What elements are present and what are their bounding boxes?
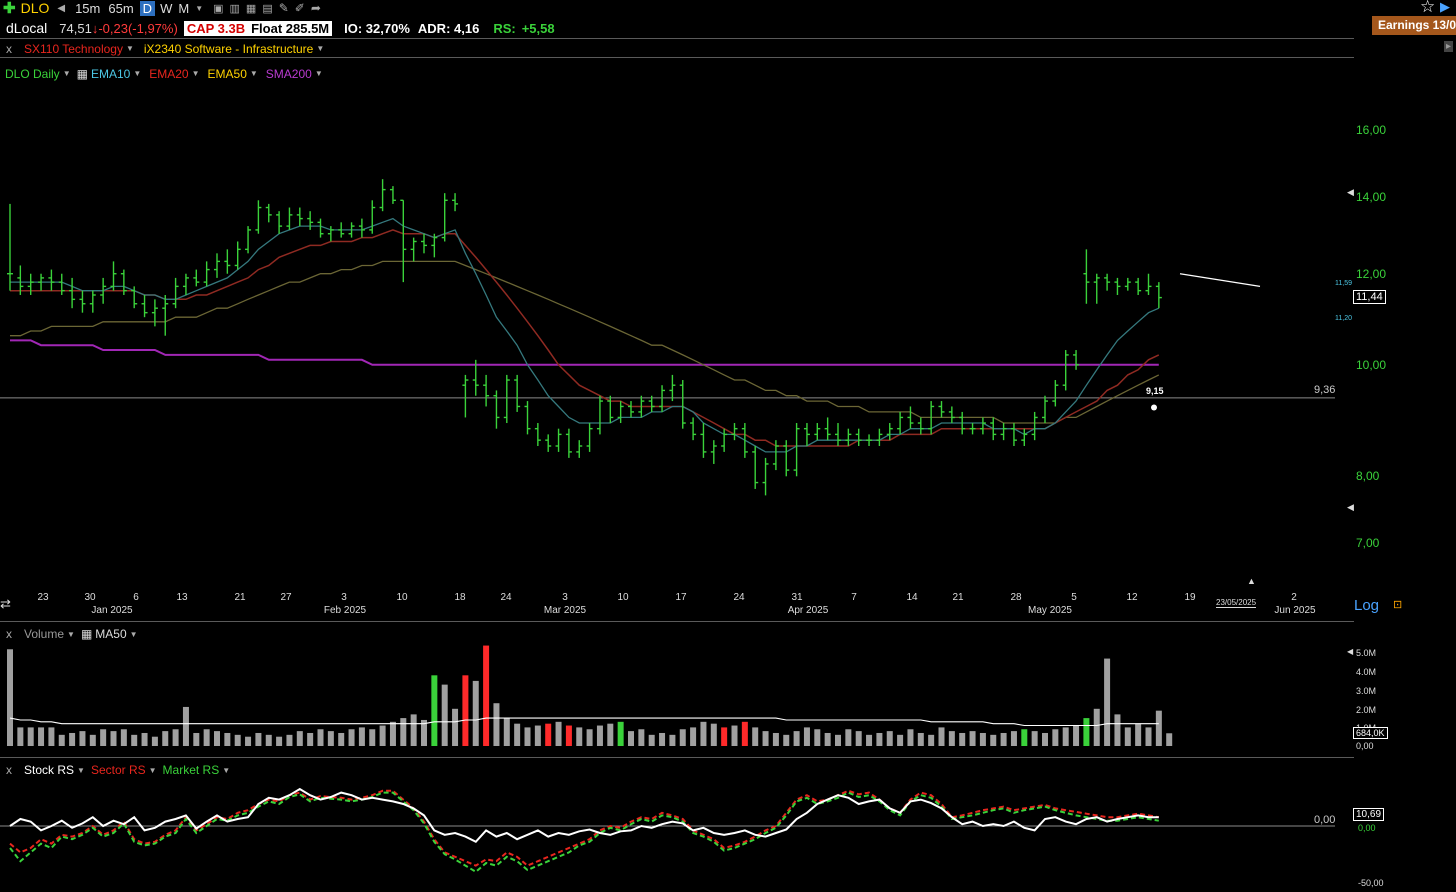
rs-line-2: [9, 791, 1159, 874]
rs-line-1: [9, 789, 1159, 867]
rs-chart[interactable]: [0, 0, 1456, 892]
rs-zero-label: 0,00: [1314, 814, 1336, 826]
rs-last-value-2: 0,00: [1358, 823, 1376, 833]
rs-line-0: [9, 787, 1159, 844]
rs-last-box: 10,69: [1353, 808, 1385, 821]
rs-y-tick: -50,00: [1358, 878, 1384, 888]
